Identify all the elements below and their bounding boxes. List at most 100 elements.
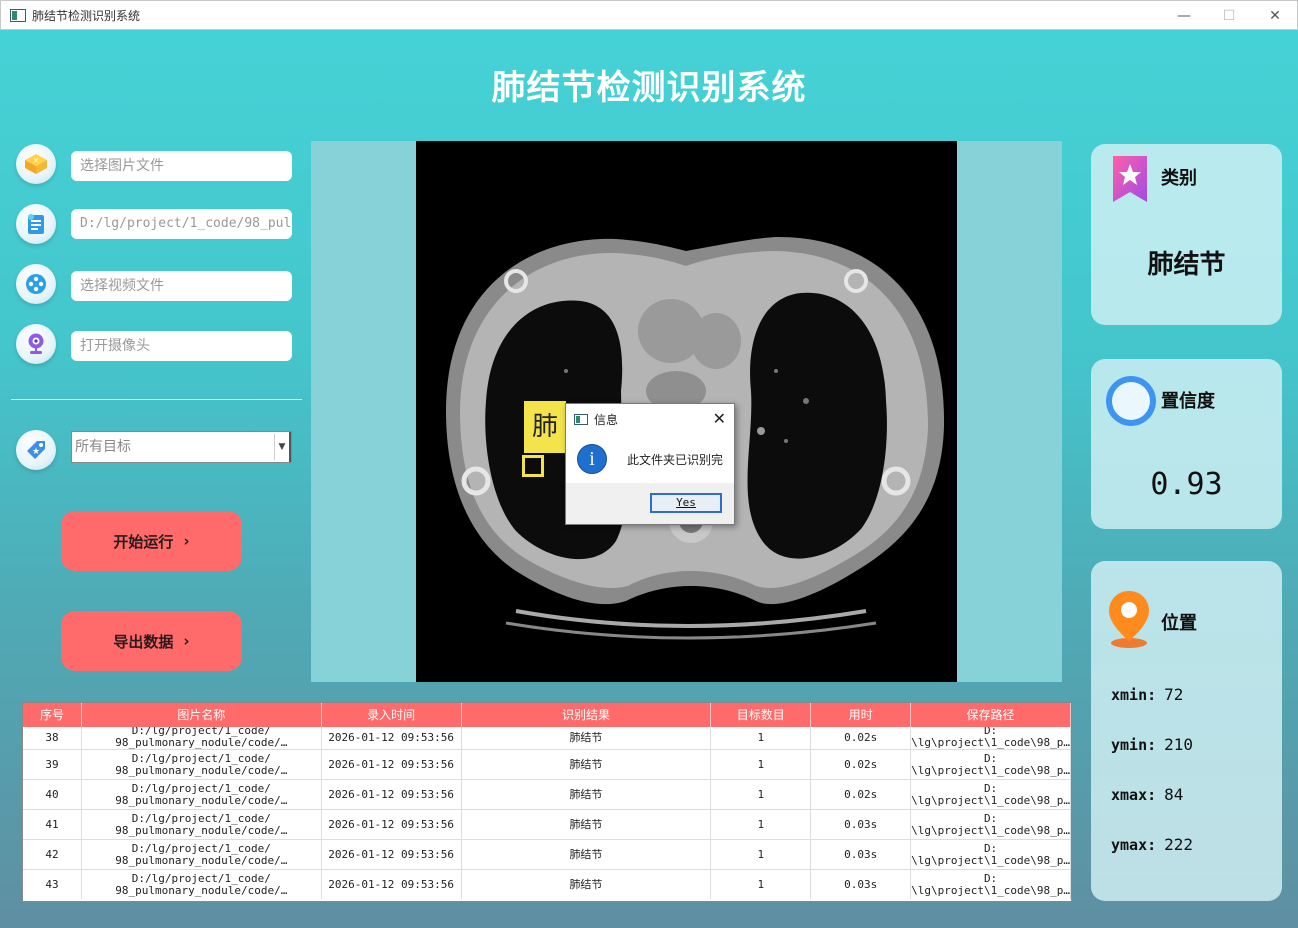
- cell-time: 2026-01-12 09:53:56: [322, 750, 462, 779]
- dialog-close-icon[interactable]: ✕: [713, 409, 726, 428]
- xmax-value: 84: [1164, 785, 1184, 804]
- header-time[interactable]: 录入时间: [322, 703, 462, 727]
- xmin-label: xmin:: [1111, 686, 1157, 704]
- header-result[interactable]: 识别结果: [462, 703, 712, 727]
- target-tag-icon: ★: [16, 430, 56, 470]
- cell-count: 1: [711, 840, 812, 869]
- chevron-right-icon: ›: [183, 632, 190, 650]
- cell-id: 41: [23, 810, 82, 839]
- start-button[interactable]: 开始运行 ›: [61, 511, 242, 571]
- cell-id: 39: [23, 750, 82, 779]
- cell-result: 肺结节: [462, 727, 712, 749]
- xmax-label: xmax:: [1111, 786, 1157, 804]
- table-row[interactable]: 41 D:/lg/project/1_code/ 98_pulmonary_no…: [23, 809, 1071, 839]
- cell-elapsed: 0.03s: [811, 870, 912, 899]
- app-icon: [10, 8, 26, 22]
- svg-text:★: ★: [32, 447, 40, 457]
- cell-name: D:/lg/project/1_code/ 98_pulmonary_nodul…: [82, 750, 322, 779]
- folder-path-field[interactable]: D:/lg/project/1_code/98_pulmonary_nodule…: [71, 209, 292, 239]
- close-button[interactable]: ✕: [1260, 5, 1290, 27]
- cell-result: 肺结节: [462, 810, 712, 839]
- cell-result: 肺结节: [462, 840, 712, 869]
- header-path[interactable]: 保存路径: [911, 703, 1071, 727]
- table-row[interactable]: 43 D:/lg/project/1_code/ 98_pulmonary_no…: [23, 869, 1071, 899]
- image-file-input[interactable]: 选择图片文件: [71, 151, 292, 181]
- table-row[interactable]: 39 D:/lg/project/1_code/ 98_pulmonary_no…: [23, 749, 1071, 779]
- cell-path: D: \lg\project\1_code\98_p…: [911, 810, 1071, 839]
- window-title: 肺结节检测识别系统: [32, 8, 141, 23]
- position-card: 位置 xmin: 72 ymin: 210 xmax: 84 ymax: 222: [1091, 561, 1282, 901]
- position-label: 位置: [1161, 613, 1197, 634]
- dialog-yes-button[interactable]: Yes: [650, 493, 722, 513]
- dialog-app-icon: [574, 413, 588, 425]
- dialog-body: i 此文件夹已识别完: [566, 434, 734, 484]
- cell-elapsed: 0.03s: [811, 840, 912, 869]
- cell-elapsed: 0.03s: [811, 810, 912, 839]
- detection-box: [522, 455, 544, 477]
- cell-id: 38: [23, 727, 82, 749]
- table-row[interactable]: 42 D:/lg/project/1_code/ 98_pulmonary_no…: [23, 839, 1071, 869]
- cell-time: 2026-01-12 09:53:56: [322, 870, 462, 899]
- cell-result: 肺结节: [462, 870, 712, 899]
- cell-count: 1: [711, 810, 812, 839]
- ymin-label: ymin:: [1111, 736, 1157, 754]
- table-header: 序号 图片名称 录入时间 识别结果 目标数目 用时 保存路径: [23, 703, 1071, 727]
- window-titlebar: 肺结节检测识别系统 — ☐ ✕: [0, 0, 1298, 30]
- ymax-label: ymax:: [1111, 836, 1157, 854]
- cell-name: D:/lg/project/1_code/ 98_pulmonary_nodul…: [82, 727, 322, 749]
- export-button-label: 导出数据: [113, 632, 174, 651]
- cell-name: D:/lg/project/1_code/ 98_pulmonary_nodul…: [82, 870, 322, 899]
- class-label: 类别: [1161, 168, 1197, 189]
- start-button-label: 开始运行: [113, 532, 174, 551]
- target-select-value: 所有目标: [75, 439, 131, 455]
- camera-input[interactable]: 打开摄像头: [71, 331, 292, 361]
- select-border-shadow: [288, 432, 291, 462]
- confidence-value: 0.93: [1150, 467, 1223, 502]
- xmax-row: xmax: 84: [1111, 785, 1183, 804]
- ymax-value: 222: [1164, 835, 1194, 854]
- info-icon: i: [577, 444, 607, 474]
- cell-path: D: \lg\project\1_code\98_p…: [911, 840, 1071, 869]
- cell-count: 1: [711, 727, 812, 749]
- xmin-row: xmin: 72: [1111, 685, 1183, 704]
- cell-path: D: \lg\project\1_code\98_p…: [911, 870, 1071, 899]
- chevron-down-icon[interactable]: ▼: [274, 434, 289, 460]
- svg-text:✕: ✕: [33, 157, 39, 165]
- cell-name: D:/lg/project/1_code/ 98_pulmonary_nodul…: [82, 840, 322, 869]
- cell-time: 2026-01-12 09:53:56: [322, 727, 462, 749]
- export-button[interactable]: 导出数据 ›: [61, 611, 242, 671]
- header-name[interactable]: 图片名称: [82, 703, 322, 727]
- dialog-titlebar: 信息: [566, 404, 734, 434]
- cell-path: D: \lg\project\1_code\98_p…: [911, 750, 1071, 779]
- cell-id: 42: [23, 840, 82, 869]
- maximize-button[interactable]: ☐: [1214, 5, 1244, 27]
- results-table[interactable]: 序号 图片名称 录入时间 识别结果 目标数目 用时 保存路径 38 D:/lg/…: [22, 702, 1072, 902]
- camera-icon[interactable]: [16, 324, 56, 364]
- video-file-input[interactable]: 选择视频文件: [71, 271, 292, 301]
- bookmark-star-icon: [1113, 156, 1147, 202]
- header-id[interactable]: 序号: [23, 703, 82, 727]
- cell-count: 1: [711, 780, 812, 809]
- divider: [11, 399, 302, 400]
- header-count[interactable]: 目标数目: [711, 703, 812, 727]
- cell-name: D:/lg/project/1_code/ 98_pulmonary_nodul…: [82, 810, 322, 839]
- ymin-value: 210: [1164, 735, 1194, 754]
- cell-elapsed: 0.02s: [811, 750, 912, 779]
- location-pin-icon: [1109, 591, 1149, 648]
- detection-label: 肺结节: [524, 401, 566, 453]
- table-row[interactable]: 38 D:/lg/project/1_code/ 98_pulmonary_no…: [23, 727, 1071, 749]
- info-dialog: 信息 ✕ i 此文件夹已识别完 Yes: [565, 403, 735, 525]
- video-icon[interactable]: [16, 264, 56, 304]
- cell-result: 肺结节: [462, 780, 712, 809]
- minimize-button[interactable]: —: [1169, 5, 1199, 27]
- image-folder-icon[interactable]: ✕: [16, 144, 56, 184]
- cell-elapsed: 0.02s: [811, 727, 912, 749]
- cell-elapsed: 0.02s: [811, 780, 912, 809]
- folder-icon[interactable]: [16, 204, 56, 244]
- target-select[interactable]: 所有目标 ▼: [71, 431, 292, 463]
- cell-time: 2026-01-12 09:53:56: [322, 840, 462, 869]
- header-elapsed[interactable]: 用时: [811, 703, 912, 727]
- cell-id: 40: [23, 780, 82, 809]
- cell-name: D:/lg/project/1_code/ 98_pulmonary_nodul…: [82, 780, 322, 809]
- table-row[interactable]: 40 D:/lg/project/1_code/ 98_pulmonary_no…: [23, 779, 1071, 809]
